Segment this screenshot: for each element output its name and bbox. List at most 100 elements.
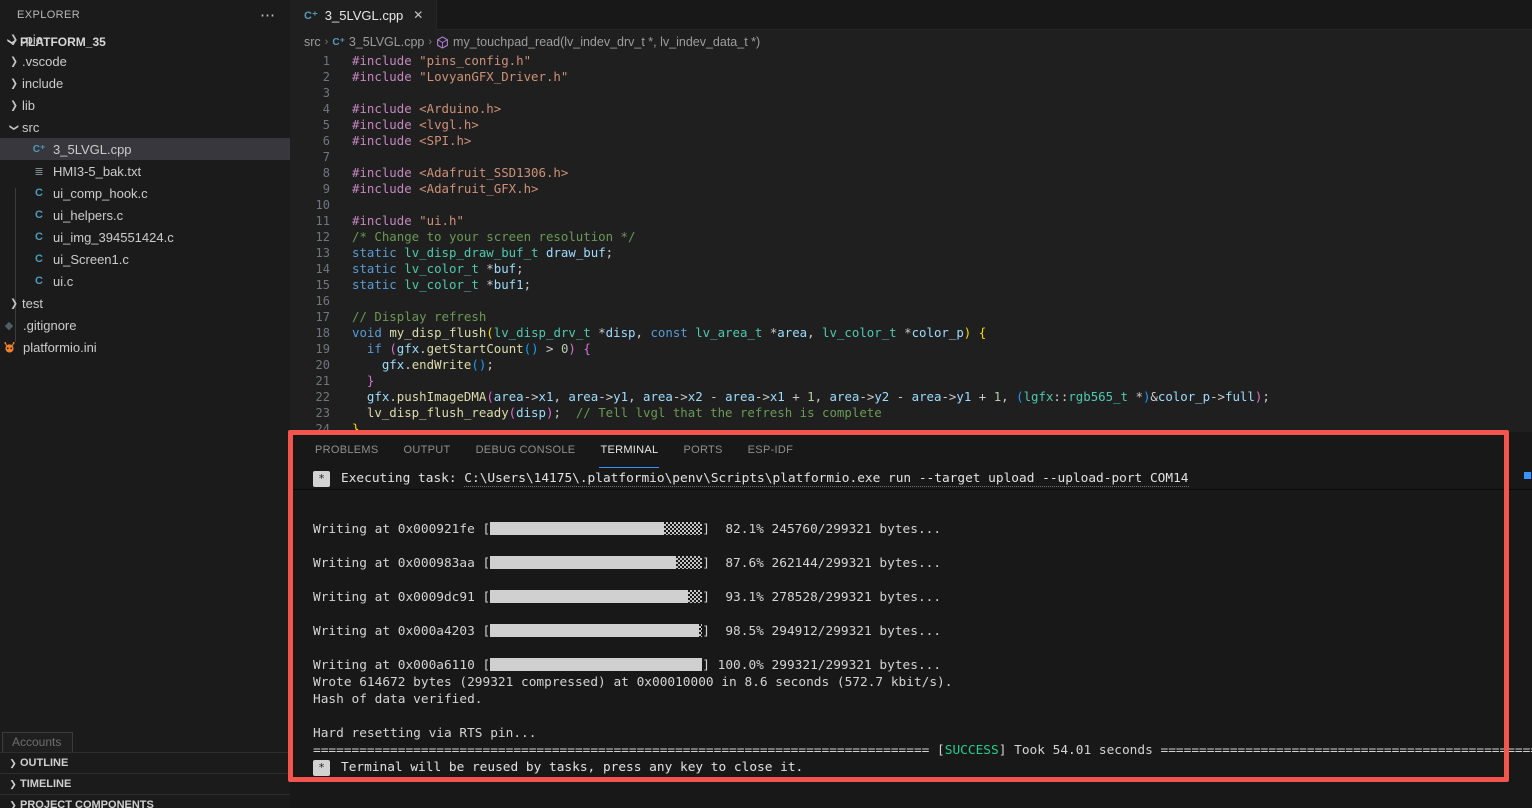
tree-item-label: 3_5LVGL.cpp: [53, 142, 132, 157]
tree-item-label: ui_helpers.c: [53, 208, 123, 223]
tree-file-ui-img-394551424-c[interactable]: Cui_img_394551424.c: [0, 226, 290, 248]
chevron-right-icon: ❯: [6, 77, 22, 90]
code-text: #include <SPI.h>: [330, 133, 471, 149]
section-outline[interactable]: ❯OUTLINE: [0, 752, 290, 773]
terminal-output[interactable]: *Executing task: C:\Users\14175\.platfor…: [290, 468, 1532, 776]
code-line: 11#include "ui.h": [290, 213, 1532, 229]
chevron-down-icon: ❯: [9, 119, 20, 135]
tree-item-label: .vscode: [22, 54, 67, 69]
progress-label: Writing at 0x000921fe: [313, 522, 483, 537]
code-line: 16: [290, 293, 1532, 309]
terminal-blank-line: [313, 708, 1532, 725]
code-line: 2#include "LovyanGFX_Driver.h": [290, 69, 1532, 85]
code-text: #include "pins_config.h": [330, 53, 531, 69]
panel-tabs: PROBLEMS OUTPUT DEBUG CONSOLE TERMINAL PORTS…: [290, 432, 1532, 468]
line-number: 13: [290, 245, 330, 261]
panel-tab-problems[interactable]: PROBLEMS: [314, 432, 380, 468]
tree-file-ui-screen1-c[interactable]: Cui_Screen1.c: [0, 248, 290, 270]
tree-file-3-5lvgl-cpp[interactable]: C⁺3_5LVGL.cpp: [0, 138, 290, 160]
line-number: 3: [290, 85, 330, 101]
panel-tab-esp-idf[interactable]: ESP-IDF: [747, 432, 795, 468]
breadcrumb-label: 3_5LVGL.cpp: [349, 35, 425, 49]
progress-bar-fill: [490, 522, 664, 535]
progress-label: Writing at 0x000a4203: [313, 624, 483, 639]
editor-tab-strip: C⁺ 3_5LVGL.cpp ✕: [290, 0, 1532, 30]
line-number: 22: [290, 389, 330, 405]
panel-tab-ports[interactable]: PORTS: [682, 432, 723, 468]
line-number: 18: [290, 325, 330, 341]
line-number: 5: [290, 117, 330, 133]
task-badge: *: [313, 471, 330, 487]
progress-label: Writing at 0x0009dc91: [313, 590, 483, 605]
symbol-method-icon: [436, 36, 449, 49]
tree-folder-include[interactable]: ❯include: [0, 72, 290, 94]
breadcrumb-label: my_touchpad_read(lv_indev_drv_t *, lv_in…: [453, 35, 760, 49]
line-number: 15: [290, 277, 330, 293]
file-tree: ❯.pio❯.vscode❯include❯lib❯srcC⁺3_5LVGL.c…: [0, 28, 290, 358]
scrollbar-marker: [1524, 472, 1531, 479]
progress-bar: [490, 590, 702, 603]
tree-folder-src[interactable]: ❯src: [0, 116, 290, 138]
progress-bar: [490, 522, 702, 535]
progress-bar-fill: [490, 556, 676, 569]
code-text: [330, 149, 352, 165]
panel-tab-debug-console[interactable]: DEBUG CONSOLE: [475, 432, 577, 468]
tree-file-ui-c[interactable]: Cui.c: [0, 270, 290, 292]
progress-label: Writing at 0x000983aa: [313, 556, 483, 571]
line-number: 17: [290, 309, 330, 325]
chevron-right-icon: ❯: [6, 99, 22, 112]
tab-label: 3_5LVGL.cpp: [325, 8, 404, 23]
code-line: 18void my_disp_flush(lv_disp_drv_t *disp…: [290, 325, 1532, 341]
breadcrumb-item[interactable]: C⁺3_5LVGL.cpp: [332, 35, 424, 49]
tree-folder-test[interactable]: ❯test: [0, 292, 290, 314]
close-icon[interactable]: ✕: [410, 7, 426, 23]
breadcrumb-separator-icon: ›: [325, 36, 329, 48]
code-text: #include <Arduino.h>: [330, 101, 501, 117]
terminal-blank-line: [313, 538, 1532, 555]
tree-file--gitignore[interactable]: ◆.gitignore: [0, 314, 290, 336]
code-line: 17// Display refresh: [290, 309, 1532, 325]
task-command-link[interactable]: C:\Users\14175\.platformio\penv\Scripts\…: [464, 471, 1188, 487]
terminal-blank-line: [313, 640, 1532, 657]
panel-tab-terminal[interactable]: TERMINAL: [599, 432, 659, 468]
panel-tab-output[interactable]: OUTPUT: [403, 432, 452, 468]
progress-bar: [490, 556, 702, 569]
code-line: 8#include <Adafruit_SSD1306.h>: [290, 165, 1532, 181]
breadcrumb-item[interactable]: src: [304, 35, 321, 49]
progress-detail: ] 82.1% 245760/299321 bytes...: [702, 522, 941, 537]
task-badge: *: [313, 760, 330, 776]
more-actions-icon[interactable]: ⋯: [260, 6, 276, 24]
tree-folder--vscode[interactable]: ❯.vscode: [0, 50, 290, 72]
code-line: 12/* Change to your screen resolution */: [290, 229, 1532, 245]
platformio-file-icon: [0, 341, 18, 354]
line-number: 1: [290, 53, 330, 69]
tree-item-label: lib: [22, 98, 35, 113]
code-line: 5#include <lvgl.h>: [290, 117, 1532, 133]
chevron-right-icon: ❯: [6, 297, 22, 310]
terminal-progress-line: Writing at 0x000a6110 [] 100.0% 299321/2…: [313, 657, 1532, 674]
tree-item-label: ui.c: [53, 274, 73, 289]
accounts-label[interactable]: Accounts: [2, 732, 73, 753]
tree-item-label: test: [22, 296, 43, 311]
terminal-success-line: ========================================…: [313, 742, 1532, 759]
section-project-components[interactable]: ❯PROJECT COMPONENTS: [0, 794, 290, 808]
tree-file-platformio-ini[interactable]: platformio.ini: [0, 336, 290, 358]
progress-bar-remainder: [688, 590, 703, 603]
tab-3-5lvgl-cpp[interactable]: C⁺ 3_5LVGL.cpp ✕: [290, 0, 437, 30]
code-text: static lv_disp_draw_buf_t draw_buf;: [330, 245, 613, 261]
section-label: TIMELINE: [20, 778, 71, 790]
breadcrumb-separator-icon: ›: [428, 36, 432, 48]
tree-file-ui-comp-hook-c[interactable]: Cui_comp_hook.c: [0, 182, 290, 204]
tree-folder-lib[interactable]: ❯lib: [0, 94, 290, 116]
progress-bar-fill: [490, 658, 702, 671]
code-text: gfx.endWrite();: [330, 357, 494, 373]
breadcrumb-item[interactable]: my_touchpad_read(lv_indev_drv_t *, lv_in…: [436, 35, 760, 49]
tree-folder--pio[interactable]: ❯.pio: [0, 28, 290, 50]
tree-file-ui-helpers-c[interactable]: Cui_helpers.c: [0, 204, 290, 226]
code-editor[interactable]: 1#include "pins_config.h"2#include "Lovy…: [290, 53, 1532, 437]
code-line: 4#include <Arduino.h>: [290, 101, 1532, 117]
c-file-icon: C: [30, 275, 48, 287]
section-timeline[interactable]: ❯TIMELINE: [0, 773, 290, 794]
terminal-text-line: Wrote 614672 bytes (299321 compressed) a…: [313, 674, 1532, 691]
tree-file-hmi3-5-bak-txt[interactable]: ≣HMI3-5_bak.txt: [0, 160, 290, 182]
